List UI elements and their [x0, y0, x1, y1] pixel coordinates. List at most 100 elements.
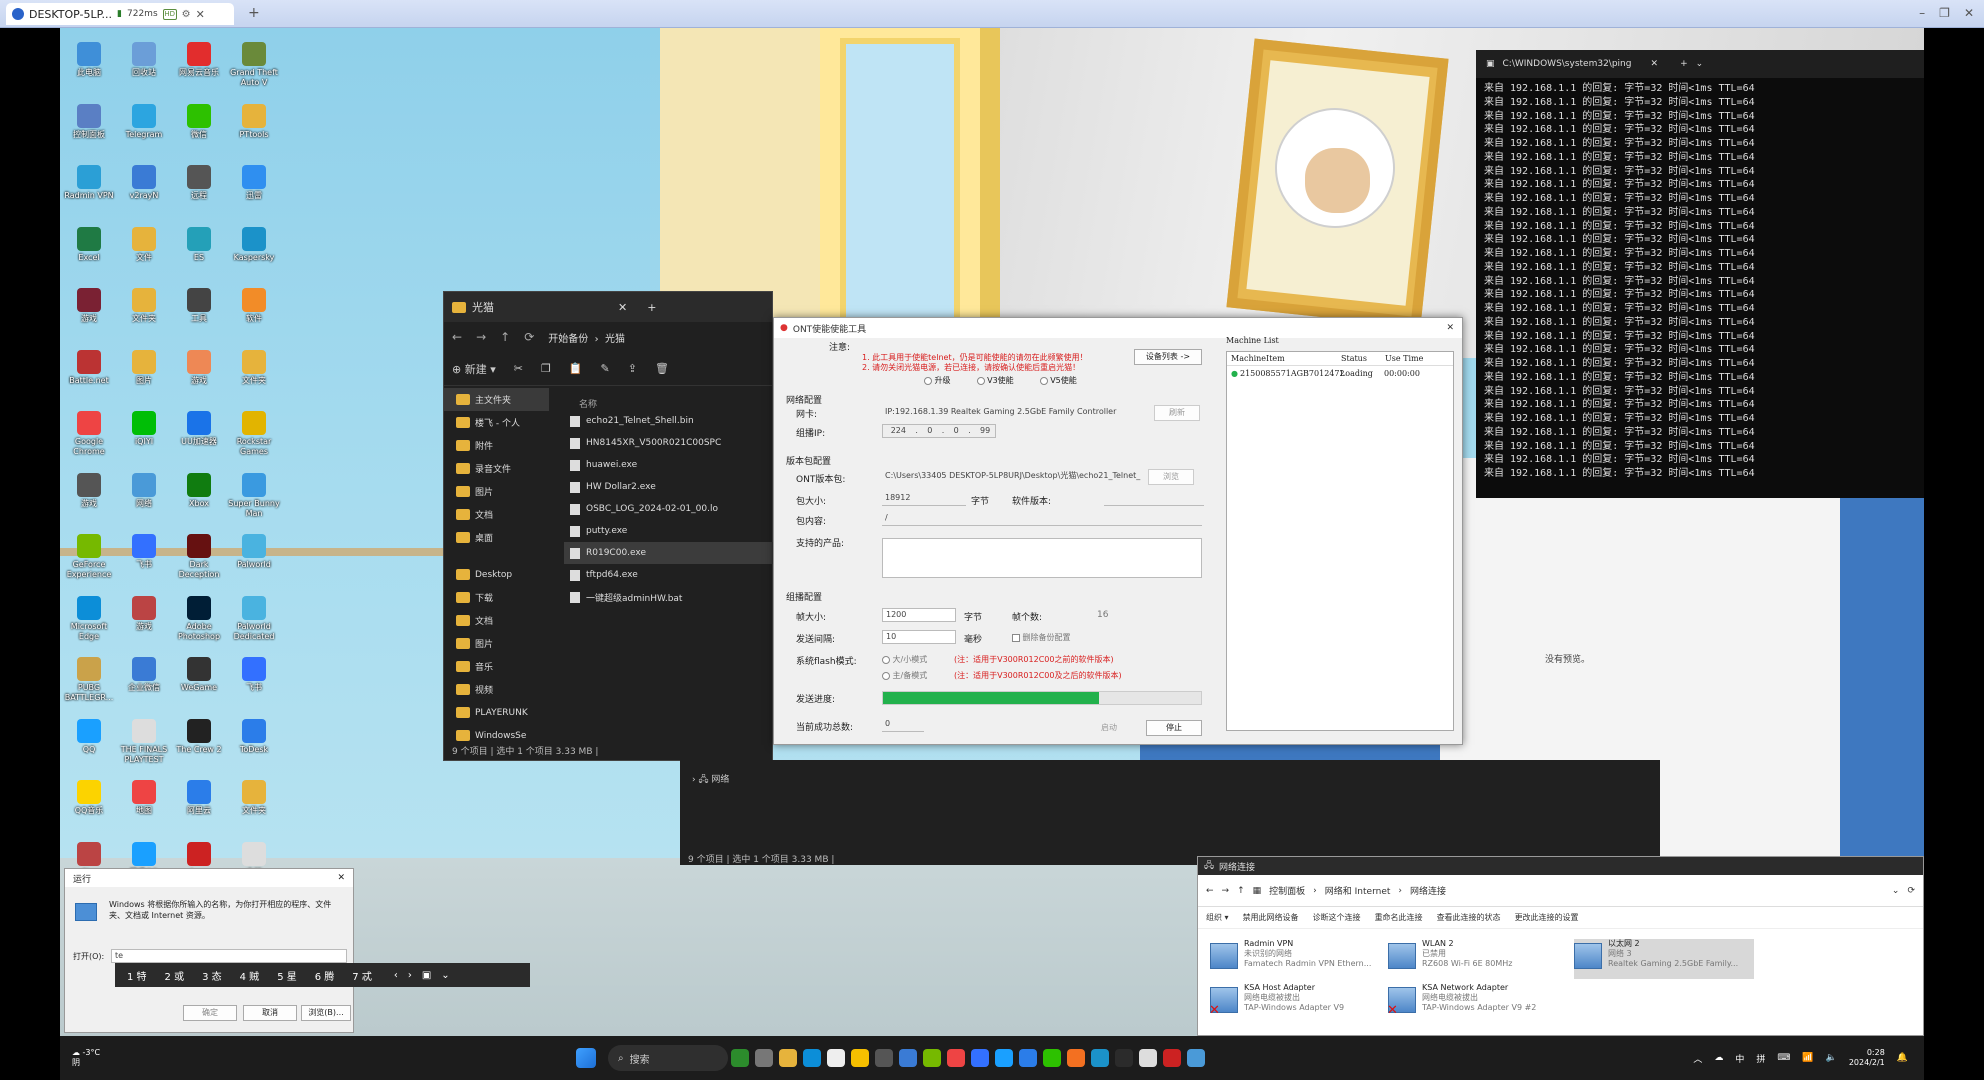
- frame-size-select[interactable]: 1200: [882, 608, 956, 622]
- wechat-icon[interactable]: [1043, 1049, 1061, 1067]
- desktop-icon[interactable]: Microsoft Edge: [60, 595, 118, 642]
- desktop-icon[interactable]: QQ音乐: [60, 780, 118, 816]
- cloud-icon[interactable]: ☁: [1714, 1053, 1723, 1063]
- weather-widget[interactable]: ☁ -3°C 阴: [60, 1048, 120, 1068]
- mode-option[interactable]: V3使能: [976, 375, 1014, 386]
- ime-candidate[interactable]: 6 腾: [315, 968, 335, 983]
- ime-candidate[interactable]: 4 贼: [240, 968, 260, 983]
- desktop-icon[interactable]: 游戏: [115, 595, 173, 632]
- multicast-ip-field[interactable]: 224. 0. 0. 99: [882, 424, 996, 438]
- app-icon[interactable]: [875, 1049, 893, 1067]
- products-field[interactable]: [882, 538, 1202, 578]
- settings-icon[interactable]: ⚙: [182, 9, 191, 20]
- nvidia-icon[interactable]: [923, 1049, 941, 1067]
- software-version-field[interactable]: [1104, 492, 1204, 506]
- desktop-icon[interactable]: 工具: [170, 288, 228, 324]
- start-button[interactable]: 启动: [1086, 720, 1132, 736]
- refresh-icon[interactable]: ⟳: [524, 330, 534, 344]
- edge-icon[interactable]: [803, 1049, 821, 1067]
- taskbar-search[interactable]: ⌕ 搜索: [608, 1045, 728, 1071]
- address-bar[interactable]: 开始备份 › 光猫: [548, 330, 625, 345]
- page-prev-icon[interactable]: ‹: [394, 970, 398, 981]
- desktop-icon[interactable]: 地图: [115, 780, 173, 816]
- column-name-header[interactable]: 名称: [579, 397, 597, 410]
- desktop-icon[interactable]: Excel: [60, 226, 118, 263]
- ime-candidate[interactable]: 5 星: [277, 968, 297, 983]
- netconn-command[interactable]: 查看此连接的状态: [1437, 912, 1501, 923]
- desktop-icon[interactable]: 控制面板: [60, 103, 118, 140]
- desktop-icon[interactable]: Telegram: [115, 103, 173, 140]
- file-item[interactable]: R019C00.exe: [564, 542, 774, 564]
- desktop-icon[interactable]: 此电脑: [60, 42, 118, 78]
- desktop-icon[interactable]: 阿里云: [170, 780, 228, 816]
- feishu-icon[interactable]: [971, 1049, 989, 1067]
- close-icon[interactable]: ✕: [1446, 323, 1454, 333]
- breadcrumb-1[interactable]: 控制面板: [1269, 884, 1305, 897]
- app-icon[interactable]: [1091, 1049, 1109, 1067]
- ime-candidate[interactable]: 7 忒: [352, 968, 372, 983]
- input-language[interactable]: 中: [1735, 1052, 1744, 1065]
- network-adapter[interactable]: Radmin VPN 未识别的网络 Famatech Radmin VPN Ethe…: [1210, 939, 1390, 979]
- desktop-icon[interactable]: 网络: [115, 472, 173, 509]
- desktop-icon[interactable]: 回收站: [115, 42, 173, 78]
- desktop-icon[interactable]: Grand Theft Auto V: [225, 42, 283, 88]
- desktop-icon[interactable]: 微信: [170, 103, 228, 140]
- new-tab-icon[interactable]: +: [248, 5, 260, 21]
- breadcrumb-2[interactable]: 光猫: [605, 334, 625, 345]
- desktop-icon[interactable]: 文件夹: [225, 780, 283, 816]
- desktop-icon[interactable]: Super Bunny Man: [225, 472, 283, 519]
- breadcrumb-3[interactable]: 网络连接: [1410, 884, 1446, 897]
- desktop-icon[interactable]: 企业微信: [115, 657, 173, 693]
- desktop-icon[interactable]: ES: [170, 226, 228, 263]
- sidebar-item[interactable]: 图片: [444, 632, 549, 655]
- start-icon[interactable]: [576, 1048, 596, 1068]
- desktop-icon[interactable]: Adobe Photoshop: [170, 595, 228, 642]
- network-adapter[interactable]: 以太网 2 网络 3 Realtek Gaming 2.5GbE Family...: [1574, 939, 1754, 979]
- refresh-icon[interactable]: ⟳: [1907, 886, 1915, 896]
- copy-icon[interactable]: ❐: [541, 362, 551, 375]
- rename-icon[interactable]: ✎: [601, 362, 610, 375]
- mode-option[interactable]: 升级: [924, 375, 951, 386]
- dropdown-icon[interactable]: ⌄: [1696, 59, 1704, 69]
- desktop-icon[interactable]: 网易云音乐: [170, 42, 228, 78]
- file-item[interactable]: echo21_Telnet_Shell.bin: [564, 410, 774, 432]
- desktop-icon[interactable]: 文件夹: [115, 288, 173, 324]
- desktop-icon[interactable]: 远程: [170, 165, 228, 201]
- file-item[interactable]: HW Dollar2.exe: [564, 476, 774, 498]
- expand-icon[interactable]: ▣: [422, 970, 431, 981]
- app-icon[interactable]: [899, 1049, 917, 1067]
- breadcrumb-2[interactable]: 网络和 Internet: [1325, 884, 1391, 897]
- desktop-icon[interactable]: Kaspersky: [225, 226, 283, 263]
- ok-button[interactable]: 确定: [183, 1005, 237, 1021]
- sidebar-item[interactable]: 录音文件: [444, 457, 549, 480]
- close-tab-icon[interactable]: ✕: [1651, 59, 1659, 69]
- desktop-icon[interactable]: 飞书: [225, 657, 283, 693]
- new-button[interactable]: ⊕ 新建 ▾: [452, 361, 496, 377]
- desktop-icon[interactable]: Google Chrome: [60, 411, 118, 457]
- netconn-command[interactable]: 诊断这个连接: [1313, 912, 1361, 923]
- desktop-icon[interactable]: Rockstar Games: [225, 411, 283, 457]
- sidebar-item[interactable]: 附件: [444, 434, 549, 457]
- browse-button[interactable]: 浏览(B)...: [301, 1005, 351, 1021]
- keyboard-icon[interactable]: ⌨: [1777, 1053, 1790, 1063]
- size-field[interactable]: 18912: [882, 492, 966, 506]
- open-input[interactable]: te: [111, 949, 347, 963]
- forward-icon[interactable]: →: [476, 330, 486, 344]
- volume-icon[interactable]: 🔈: [1826, 1053, 1837, 1063]
- close-tab-icon[interactable]: ✕: [196, 8, 205, 21]
- forward-icon[interactable]: →: [1222, 886, 1230, 896]
- file-item[interactable]: 一键超级adminHW.bat: [564, 586, 774, 608]
- column-header[interactable]: Use Time: [1385, 354, 1423, 363]
- desktop-icon[interactable]: 文件夹: [225, 349, 283, 386]
- file-item[interactable]: HN8145XR_V500R021C00SPC: [564, 432, 774, 454]
- explorer-tab-title[interactable]: 光猫: [472, 299, 592, 315]
- file-item[interactable]: putty.exe: [564, 520, 774, 542]
- desktop-icon[interactable]: Battle.net: [60, 349, 118, 386]
- notes-icon[interactable]: [851, 1049, 869, 1067]
- cancel-button[interactable]: 取消: [243, 1005, 297, 1021]
- network-item[interactable]: › 🖧 网络: [692, 772, 729, 788]
- netconn-command[interactable]: 更改此连接的设置: [1515, 912, 1579, 923]
- desktop-icon[interactable]: Radmin VPN: [60, 165, 118, 201]
- desktop-icon[interactable]: 游戏: [170, 349, 228, 386]
- interval-select[interactable]: 10: [882, 630, 956, 644]
